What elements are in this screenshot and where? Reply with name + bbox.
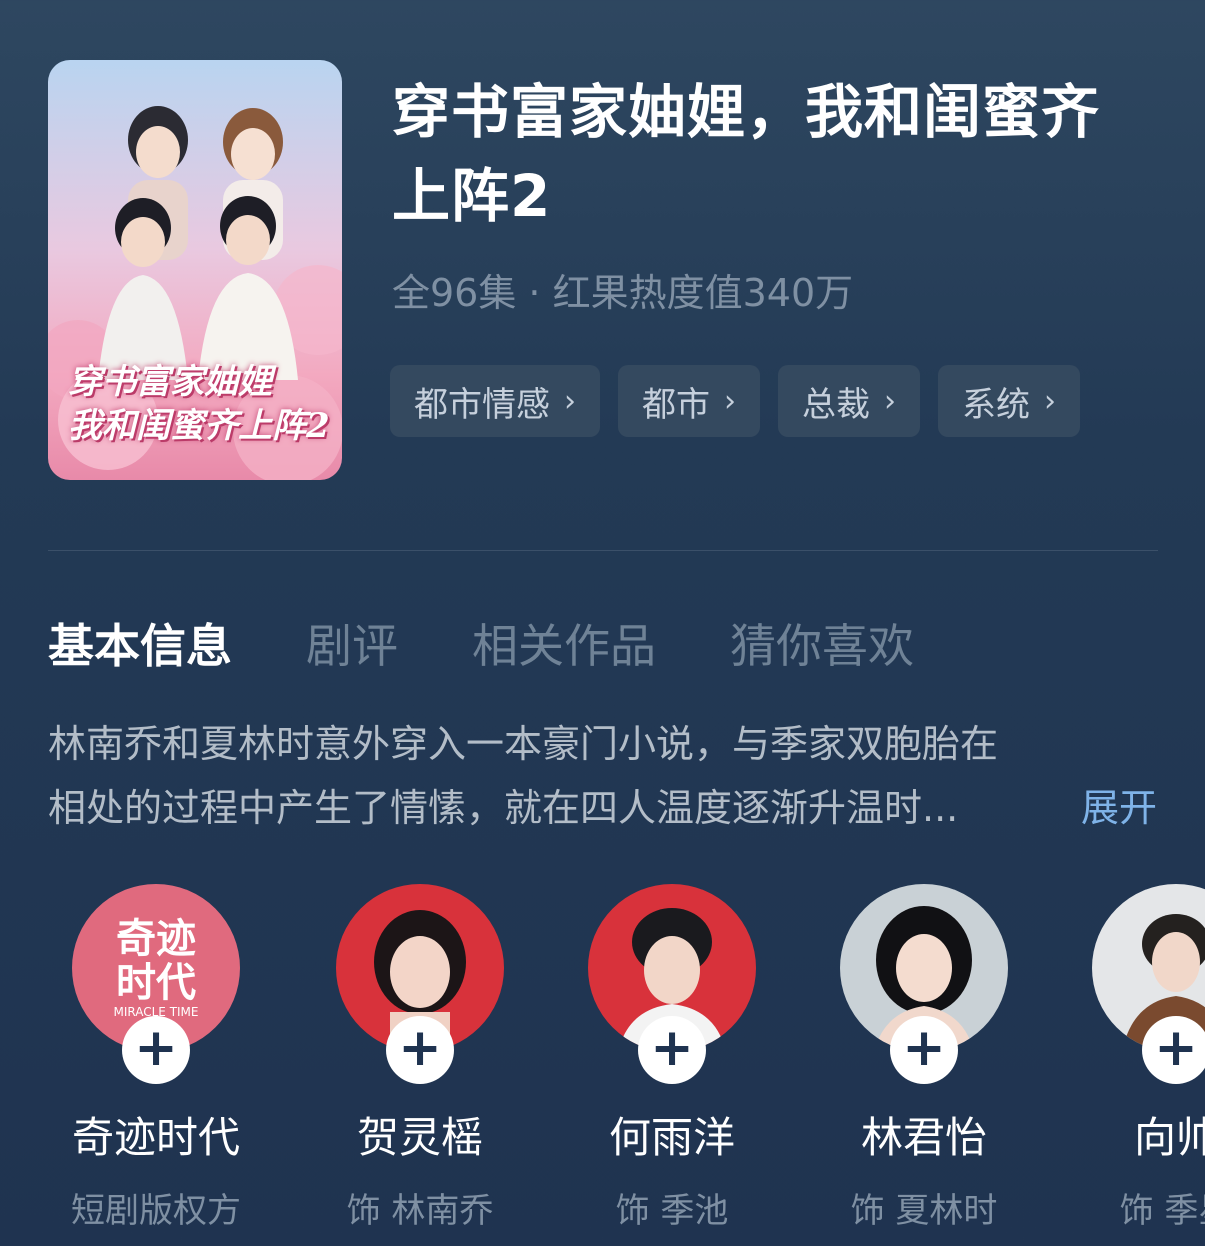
tag-urban[interactable]: 都市 › bbox=[618, 365, 760, 437]
follow-plus-icon[interactable]: + bbox=[638, 1016, 706, 1084]
divider bbox=[48, 550, 1158, 551]
cast-name: 何雨洋 bbox=[608, 1113, 735, 1162]
cast-member[interactable]: + 林君怡 饰 夏林时 bbox=[804, 884, 1044, 1232]
cast-name: 林君怡 bbox=[860, 1113, 987, 1162]
chevron-right-icon: › bbox=[564, 383, 576, 419]
cast-member[interactable]: + 向帅 饰 季星 bbox=[1056, 884, 1205, 1232]
poster-title: 穿书富家妯娌 我和闺蜜齐上阵2 bbox=[68, 362, 330, 446]
cast-member[interactable]: + 何雨洋 饰 季池 bbox=[552, 884, 792, 1232]
expand-link[interactable]: 展开 bbox=[1081, 776, 1157, 840]
follow-plus-icon[interactable]: + bbox=[122, 1016, 190, 1084]
svg-text:时代: 时代 bbox=[116, 960, 196, 1006]
cast-member[interactable]: + 贺灵榣 饰 林南乔 bbox=[300, 884, 540, 1232]
chevron-right-icon: › bbox=[724, 383, 736, 419]
chevron-right-icon: › bbox=[884, 383, 896, 419]
drama-poster[interactable]: 穿书富家妯娌 我和闺蜜齐上阵2 bbox=[48, 60, 342, 480]
cast-role: 饰 季池 bbox=[615, 1191, 729, 1231]
cast-name: 向帅 bbox=[1133, 1113, 1205, 1162]
follow-plus-icon[interactable]: + bbox=[890, 1016, 958, 1084]
cast-role: 饰 季星 bbox=[1119, 1191, 1205, 1231]
cast-list: 奇迹 时代 MIRACLE TIME + 奇迹时代 短剧版权方 + 贺灵榣 饰 … bbox=[0, 884, 1205, 1246]
tag-label: 都市 bbox=[642, 384, 710, 425]
chevron-right-icon: › bbox=[1044, 383, 1056, 419]
cast-role: 短剧版权方 bbox=[71, 1191, 241, 1231]
svg-text:奇迹: 奇迹 bbox=[116, 916, 196, 962]
tag-label: 总裁 bbox=[802, 384, 870, 425]
follow-plus-icon[interactable]: + bbox=[1142, 1016, 1205, 1084]
tag-system[interactable]: 系统 › bbox=[938, 365, 1080, 437]
tag-label: 都市情感 bbox=[414, 384, 550, 425]
tag-urban-romance[interactable]: 都市情感 › bbox=[390, 365, 600, 437]
episode-and-heat: 全96集 · 红果热度值340万 bbox=[392, 271, 854, 315]
cast-name: 贺灵榣 bbox=[356, 1113, 483, 1162]
detail-tabs: 基本信息 剧评 相关作品 猜你喜欢 bbox=[48, 610, 988, 676]
tab-related-works[interactable]: 相关作品 bbox=[472, 610, 656, 676]
genre-tags: 都市情感 › 都市 › 总裁 › 系统 › bbox=[390, 365, 1080, 437]
tag-ceo[interactable]: 总裁 › bbox=[778, 365, 920, 437]
cast-role: 饰 夏林时 bbox=[850, 1191, 998, 1231]
cast-member[interactable]: 奇迹 时代 MIRACLE TIME + 奇迹时代 短剧版权方 bbox=[36, 884, 276, 1232]
tag-label: 系统 bbox=[962, 384, 1030, 425]
tab-reviews[interactable]: 剧评 bbox=[306, 610, 398, 676]
drama-title: 穿书富家妯娌，我和闺蜜齐上阵2 bbox=[392, 78, 1101, 230]
cast-name: 奇迹时代 bbox=[71, 1113, 240, 1162]
cast-role: 饰 林南乔 bbox=[346, 1191, 494, 1231]
synopsis: 林南乔和夏林时意外穿入一本豪门小说，与季家双胞胎在相处的过程中产生了情愫，就在四… bbox=[48, 722, 999, 830]
follow-plus-icon[interactable]: + bbox=[386, 1016, 454, 1084]
tab-basic-info[interactable]: 基本信息 bbox=[48, 610, 232, 676]
tab-recommendations[interactable]: 猜你喜欢 bbox=[730, 610, 914, 676]
